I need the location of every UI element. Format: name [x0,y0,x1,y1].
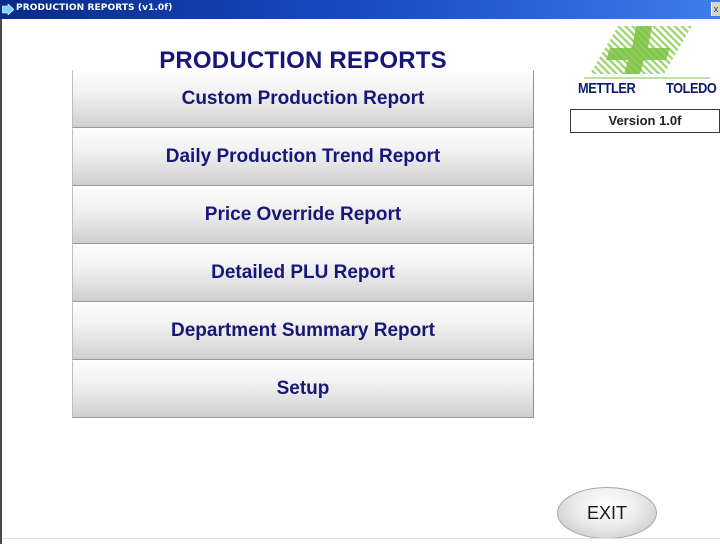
price-override-report-button[interactable]: Price Override Report [72,186,534,244]
exit-button[interactable]: EXIT [557,487,657,539]
app-window: PRODUCTION REPORTS (v1.0f) x PRODUCTION … [0,0,720,544]
logo-word-toledo: TOLEDO [666,80,717,97]
close-icon[interactable]: x [711,2,720,16]
custom-production-report-button[interactable]: Custom Production Report [72,70,534,128]
window-left-border [0,19,2,544]
setup-button[interactable]: Setup [72,360,534,418]
mettler-toledo-logo: METTLER TOLEDO [560,26,720,102]
daily-production-trend-report-button[interactable]: Daily Production Trend Report [72,128,534,186]
window-title: PRODUCTION REPORTS (v1.0f) [16,3,173,13]
detailed-plu-report-button[interactable]: Detailed PLU Report [72,244,534,302]
divider [2,538,720,539]
app-arrow-icon [2,4,14,15]
department-summary-report-button[interactable]: Department Summary Report [72,302,534,360]
logo-word-mettler: METTLER [578,80,636,97]
version-label: Version 1.0f [570,109,720,133]
window-titlebar[interactable]: PRODUCTION REPORTS (v1.0f) x [0,0,720,19]
